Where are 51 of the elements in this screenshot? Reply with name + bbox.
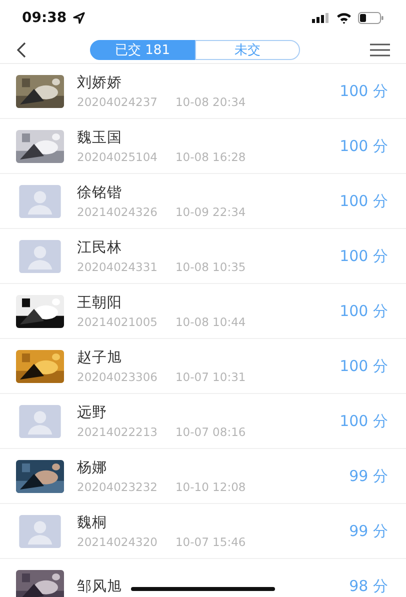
- student-id: 20214022213: [77, 425, 158, 439]
- score: 100 分: [340, 246, 388, 266]
- student-name: 刘娇娇: [77, 74, 122, 92]
- submit-time: 10-07 08:16: [175, 425, 246, 439]
- score: 100 分: [340, 192, 388, 210]
- avatar-silhouette-icon: [16, 240, 64, 272]
- student-name: 江民林: [77, 239, 122, 257]
- student-id: 20214024326: [77, 205, 158, 219]
- avatar-silhouette-icon: [16, 404, 64, 438]
- back-icon[interactable]: [16, 42, 26, 58]
- score: 100 分: [340, 302, 388, 320]
- score: 99 分: [349, 466, 388, 486]
- student-id: 20204025104: [77, 150, 158, 164]
- student-name: 赵子旭: [77, 349, 122, 367]
- student-name: 杨娜: [77, 459, 107, 477]
- student-name: 王朝阳: [77, 294, 122, 312]
- submit-time: 10-08 10:44: [175, 315, 246, 329]
- student-id: 20204023232: [77, 480, 158, 494]
- student-name: 徐铭锴: [77, 184, 122, 202]
- battery-icon: [358, 12, 384, 24]
- student-id: 20204024331: [77, 260, 158, 274]
- avatar-silhouette-icon: [16, 514, 64, 548]
- submit-time: 10-08 10:35: [175, 260, 246, 274]
- student-id: 20214021005: [77, 315, 158, 329]
- submit-time: 10-08 16:28: [175, 150, 246, 164]
- signal-icon: [312, 13, 330, 23]
- menu-icon[interactable]: [370, 42, 390, 56]
- student-name: 远野: [77, 404, 107, 422]
- student-name: 邹风旭: [77, 578, 122, 596]
- student-name: 魏玉国: [77, 129, 122, 147]
- submit-time: 10-09 22:34: [175, 205, 246, 219]
- student-id: 20204024237: [77, 95, 158, 109]
- student-id: 20204023306: [77, 370, 158, 384]
- score: 100 分: [340, 136, 388, 156]
- avatar-silhouette-icon: [16, 184, 64, 218]
- submit-time: 10-07 10:31: [175, 370, 246, 384]
- submit-time: 10-08 20:34: [175, 95, 246, 109]
- score: 100 分: [340, 82, 388, 100]
- student-id: 20214024320: [77, 535, 158, 549]
- status-time: 09:38: [22, 10, 67, 26]
- wifi-icon: [336, 12, 352, 24]
- score: 100 分: [340, 412, 388, 430]
- score: 99 分: [349, 522, 388, 540]
- tab[interactable]: 已交 181: [90, 40, 195, 60]
- score: 98 分: [349, 576, 388, 596]
- tab[interactable]: 未交: [195, 40, 300, 60]
- submit-time: 10-07 15:46: [175, 535, 246, 549]
- location-arrow-icon: [72, 12, 85, 24]
- score: 100 分: [340, 356, 388, 376]
- submit-time: 10-10 12:08: [175, 480, 246, 494]
- student-name: 魏桐: [77, 514, 107, 532]
